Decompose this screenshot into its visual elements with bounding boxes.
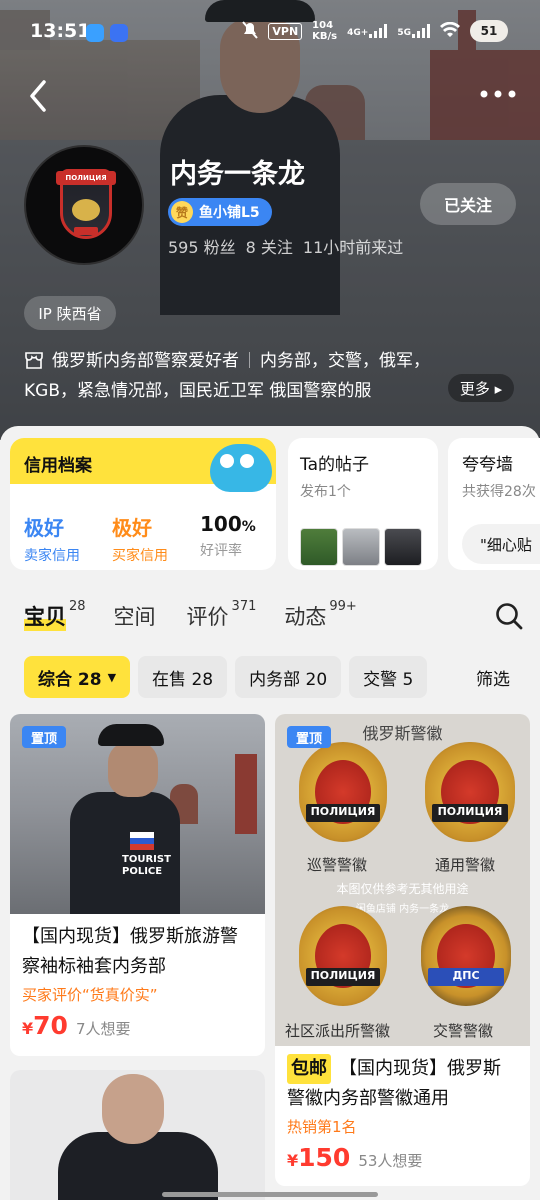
- status-time: 13:51: [30, 20, 91, 42]
- product-want-count: 7人想要: [75, 1020, 131, 1038]
- ellipsis-icon: [480, 90, 516, 98]
- police-badge-icon: ПОЛИЦИЯ: [299, 742, 387, 842]
- follow-stats: 595 粉丝 8 关注 11小时前来过: [168, 234, 403, 258]
- more-options-button[interactable]: [478, 82, 518, 110]
- product-image: TOURIST POLICE 置顶: [10, 714, 265, 914]
- free-shipping-tag: 包邮: [287, 1054, 331, 1084]
- post-thumbnail: [384, 528, 422, 566]
- search-icon: [496, 603, 523, 630]
- cloud-app-icon: [86, 24, 104, 42]
- product-review-tag: 买家评价“货真价实”: [22, 986, 158, 1004]
- chip-mvd[interactable]: 内务部 20: [235, 656, 342, 698]
- product-card[interactable]: TOURIST POLICE 置顶 【国内现货】俄罗斯旅游警察袖标袖套内务部 买家…: [10, 714, 265, 1056]
- tab-feed[interactable]: 动态 99+: [284, 599, 356, 631]
- product-want-count: 53人想要: [358, 1152, 423, 1170]
- shop-sheet: 信用档案 极好 卖家信用 极好 买家信用 100% 好评率 Ta的帖子 发布1个: [0, 426, 540, 1200]
- eagle-emblem-icon: [72, 199, 100, 221]
- police-badge-icon: ПОЛИЦИЯ: [299, 906, 387, 1006]
- patch-text: TOURIST POLICE: [122, 854, 171, 877]
- product-price: 150: [298, 1143, 351, 1172]
- chip-traffic-police[interactable]: 交警 5: [349, 656, 428, 698]
- bio-more-button[interactable]: 更多 ▸: [448, 374, 514, 402]
- bio-line-2: KGB，紧急情况部，国民近卫军 俄国警察的服: [24, 381, 372, 401]
- tab-reviews[interactable]: 评价 371: [187, 599, 257, 631]
- product-image: 俄罗斯警徽 ПОЛИЦИЯ ПОЛИЦИЯ 巡警警徽 通用警徽 本图仅供参考无其…: [275, 714, 530, 1046]
- post-thumbnail: [342, 528, 380, 566]
- chevron-left-icon: [30, 80, 46, 112]
- seller-level-badge[interactable]: 赞 鱼小铺L5: [168, 198, 272, 226]
- signal-4g-icon: 4G+: [347, 24, 388, 38]
- network-speed: 104 KB/s: [312, 20, 338, 42]
- product-title: 包邮 【国内现货】俄罗斯警徽内务部警徽通用: [275, 1054, 530, 1114]
- pinned-badge: 置顶: [287, 726, 331, 748]
- back-button[interactable]: [24, 78, 56, 114]
- following-count[interactable]: 8 关注: [246, 234, 293, 258]
- mascot-icon: [210, 444, 272, 492]
- caret-down-icon: ▼: [107, 670, 117, 684]
- bio-line-1: 俄罗斯内务部警察爱好者 内务部，交警，俄军，: [24, 346, 524, 376]
- battery-indicator: 51: [470, 20, 508, 42]
- wifi-icon: [440, 21, 460, 41]
- profile-name: 内务一条龙: [170, 159, 305, 190]
- status-bar: 13:51 VPN 104 KB/s 4G+ 5G 51: [0, 0, 540, 66]
- product-card[interactable]: [10, 1070, 265, 1200]
- product-price: 70: [33, 1011, 68, 1040]
- chip-all[interactable]: 综合 28 ▼: [24, 656, 131, 698]
- praise-wall-card[interactable]: 夸夸墙 共获得28次 "细心贴: [448, 438, 540, 570]
- seller-level-label: 鱼小铺L5: [199, 205, 260, 221]
- post-thumbnail: [300, 528, 338, 566]
- praise-quote: "细心贴: [462, 524, 540, 564]
- vpn-indicator: VPN: [268, 22, 303, 40]
- positive-rate: 100% 好评率: [200, 512, 256, 559]
- praise-icon: 赞: [171, 201, 193, 223]
- seller-credit: 极好 卖家信用: [24, 516, 80, 564]
- vivo-app-icon: [110, 24, 128, 42]
- posts-card[interactable]: Ta的帖子 发布1个: [288, 438, 438, 570]
- posts-card-title: Ta的帖子: [300, 455, 369, 475]
- product-rank-tag: 热销第1名: [287, 1118, 357, 1136]
- chip-on-sale[interactable]: 在售 28: [138, 656, 228, 698]
- police-badge-icon: ПОЛИЦИЯ: [425, 742, 515, 842]
- last-seen: 11小时前来过: [302, 238, 404, 257]
- search-button[interactable]: [494, 601, 526, 633]
- follow-button[interactable]: 已关注: [420, 183, 516, 225]
- tab-items[interactable]: 宝贝 28: [24, 599, 86, 631]
- praise-card-title: 夸夸墙: [462, 455, 513, 475]
- buyer-credit: 极好 买家信用: [112, 516, 168, 564]
- content-tabs: 宝贝 28 空间 评价 371 动态 99+: [24, 599, 524, 641]
- praise-card-sub: 共获得28次: [462, 484, 536, 500]
- posts-card-sub: 发布1个: [300, 484, 351, 500]
- pinned-badge: 置顶: [22, 726, 66, 748]
- product-card[interactable]: 俄罗斯警徽 ПОЛИЦИЯ ПОЛИЦИЯ 巡警警徽 通用警徽 本图仅供参考无其…: [275, 714, 530, 1186]
- product-title: 【国内现货】俄罗斯旅游警察袖标袖套内务部: [22, 926, 238, 977]
- mute-icon: [242, 20, 259, 42]
- avatar[interactable]: ПОЛИЦИЯ: [24, 145, 144, 265]
- traffic-badge-icon: ДПС: [421, 906, 511, 1006]
- product-image: [10, 1070, 265, 1200]
- fans-count[interactable]: 595 粉丝: [168, 234, 236, 258]
- filter-button[interactable]: 筛选: [466, 656, 540, 698]
- shop-icon: [24, 349, 44, 369]
- filter-chips: 综合 28 ▼ 在售 28 内务部 20 交警 5: [24, 656, 540, 698]
- tab-space[interactable]: 空间: [114, 601, 159, 631]
- signal-5g-icon: 5G: [397, 24, 430, 38]
- home-indicator[interactable]: [162, 1192, 378, 1197]
- ip-location-tag: IP 陕西省: [24, 296, 116, 330]
- credit-card[interactable]: 信用档案 极好 卖家信用 极好 买家信用 100% 好评率: [10, 438, 276, 570]
